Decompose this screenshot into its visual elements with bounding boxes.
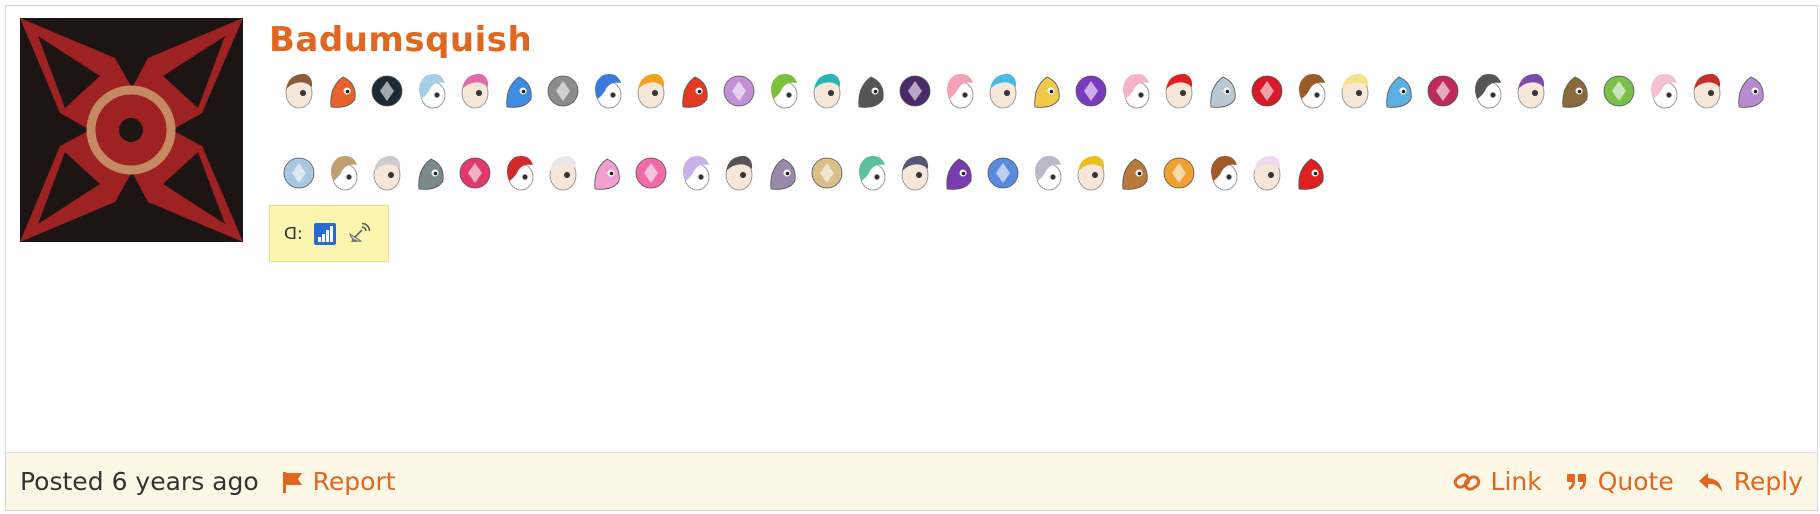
rainbow-dash-badge-icon[interactable]	[982, 68, 1024, 114]
user-extra-box: ᗡ:	[269, 205, 389, 262]
equals-sign-badge-icon[interactable]	[1466, 68, 1508, 114]
rooster-badge-icon[interactable]	[1686, 68, 1728, 114]
signal-bars-icon[interactable]	[313, 222, 337, 246]
fleur-pony-badge-icon[interactable]	[1246, 150, 1288, 196]
cake-slice-badge-icon[interactable]	[1642, 68, 1684, 114]
username-link[interactable]: Badumsquish	[269, 20, 532, 60]
orange-square-badge-icon[interactable]	[630, 68, 672, 114]
quote-button[interactable]: Quote	[1566, 467, 1674, 496]
reply-label: Reply	[1733, 467, 1803, 496]
badge-list	[278, 68, 1814, 196]
apple-cutie-mark-badge-icon[interactable]	[1290, 150, 1332, 196]
twilight-sparkle-badge-icon[interactable]	[1510, 68, 1552, 114]
squirrel-badge-icon[interactable]	[1114, 150, 1156, 196]
moon-circle-badge-icon[interactable]	[498, 68, 540, 114]
spike-dragon-badge-icon[interactable]	[1598, 68, 1640, 114]
fleur-de-lis-badge-icon[interactable]	[278, 150, 320, 196]
art-supplies-badge-icon[interactable]	[850, 68, 892, 114]
post-footer: Posted 6 years ago Report Link Quote Rep…	[6, 452, 1817, 510]
breezie-badge-icon[interactable]	[674, 150, 716, 196]
brown-pony-badge-icon[interactable]	[1290, 68, 1332, 114]
post-timestamp: Posted 6 years ago	[20, 467, 259, 496]
user-extra-label: ᗡ:	[284, 223, 303, 244]
changeling-badge-icon[interactable]	[762, 68, 804, 114]
big-mac-badge-icon[interactable]	[498, 150, 540, 196]
red-heart-gem-badge-icon[interactable]	[1246, 68, 1288, 114]
cadance-badge-icon[interactable]	[586, 150, 628, 196]
pink-shield-badge-icon[interactable]	[454, 150, 496, 196]
crossed-out-badge-icon[interactable]	[1158, 68, 1200, 114]
gold-coin-badge-icon[interactable]	[1070, 150, 1112, 196]
white-creature-badge-icon[interactable]	[366, 150, 408, 196]
satellite-dish-icon[interactable]	[347, 222, 371, 246]
applejack-badge-icon[interactable]	[1158, 150, 1200, 196]
report-label: Report	[312, 467, 396, 496]
maud-pie-badge-icon[interactable]	[762, 150, 804, 196]
octavia-badge-icon[interactable]	[718, 150, 760, 196]
phoenix-badge-icon[interactable]	[674, 68, 716, 114]
posted-time[interactable]: 6 years ago	[112, 467, 259, 496]
blue-mane-pony-badge-icon[interactable]	[1378, 68, 1420, 114]
quote-marks-icon	[1566, 473, 1586, 490]
zecora-badge-icon[interactable]	[542, 68, 584, 114]
sweetie-belle-badge-icon[interactable]	[542, 150, 584, 196]
fluttershy-badge-icon[interactable]	[1334, 68, 1376, 114]
owl-badge-icon[interactable]	[1554, 68, 1596, 114]
verified-wing-badge-icon[interactable]	[586, 68, 628, 114]
paint-brush-badge-icon[interactable]	[1202, 150, 1244, 196]
pinkie-pie-badge-icon[interactable]	[630, 150, 672, 196]
teal-pony-frame-badge-icon[interactable]	[806, 68, 848, 114]
derpy-badge-icon[interactable]	[1026, 150, 1068, 196]
tan-pony-badge-icon[interactable]	[806, 150, 848, 196]
link-label: Link	[1490, 467, 1542, 496]
orange-pink-pony-badge-icon[interactable]	[938, 68, 980, 114]
flag-icon	[282, 471, 302, 493]
shuriken-emblem-icon	[20, 18, 243, 242]
quote-label: Quote	[1597, 467, 1674, 496]
orange-mane-pony-badge-icon[interactable]	[322, 68, 364, 114]
purple-gem-badge-icon[interactable]	[1070, 68, 1112, 114]
reply-arrow-icon	[1698, 472, 1722, 492]
link-button[interactable]: Link	[1453, 467, 1542, 496]
queen-chrysalis-badge-icon[interactable]	[366, 68, 408, 114]
grey-pony-badge-icon[interactable]	[410, 150, 452, 196]
report-button[interactable]: Report	[281, 467, 396, 496]
photo-finish-badge-icon[interactable]	[894, 150, 936, 196]
rarity-badge-icon[interactable]	[938, 150, 980, 196]
trixie-badge-icon[interactable]	[982, 150, 1024, 196]
unicorn-glasses-badge-icon[interactable]	[1422, 68, 1464, 114]
reply-button[interactable]: Reply	[1698, 467, 1803, 496]
shield-crest-badge-icon[interactable]	[894, 68, 936, 114]
plate-badge-icon[interactable]	[1202, 68, 1244, 114]
sparkle-confetti-badge-icon[interactable]	[454, 68, 496, 114]
avatar[interactable]	[20, 18, 243, 242]
posted-label: Posted	[20, 467, 104, 496]
pink-pony-winking-badge-icon[interactable]	[1114, 68, 1156, 114]
thread-spool-badge-icon[interactable]	[1026, 68, 1068, 114]
chain-link-icon	[1453, 472, 1480, 491]
quill-scroll-badge-icon[interactable]	[1730, 68, 1772, 114]
mushroom-pony-badge-icon[interactable]	[322, 150, 364, 196]
brown-hair-pony-badge-icon[interactable]	[278, 68, 320, 114]
white-pony-mint-badge-icon[interactable]	[850, 150, 892, 196]
crystal-tree-badge-icon[interactable]	[410, 68, 452, 114]
hot-air-balloon-badge-icon[interactable]	[718, 68, 760, 114]
forum-post: Badumsquish ᗡ: Posted 6 years ago Report…	[5, 5, 1818, 511]
